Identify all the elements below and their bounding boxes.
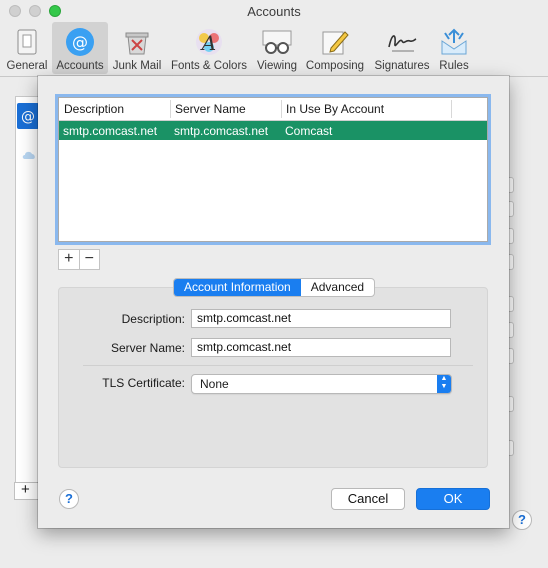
rules-envelope-icon [438,26,470,58]
server-name-label: Server Name: [110,341,185,355]
column-header-description[interactable]: Description [64,102,124,116]
at-sign-icon: @ [21,109,35,125]
remove-server-button[interactable]: − [80,250,100,269]
help-button[interactable]: ? [59,489,79,509]
accounts-list-selected[interactable]: @ [17,103,39,129]
add-remove-control: + − [58,249,100,270]
cancel-button[interactable]: Cancel [331,488,405,510]
description-label: Description: [121,312,185,326]
toolbar-viewing[interactable]: Viewing [254,22,300,74]
add-server-button[interactable]: + [59,250,80,269]
svg-text:@: @ [72,33,88,52]
cell-description: smtp.comcast.net [63,124,158,138]
toolbar-composing[interactable]: Composing [302,22,368,74]
smtp-server-sheet: Description Server Name In Use By Accoun… [38,76,509,528]
tls-certificate-label: TLS Certificate: [102,376,185,390]
general-icon [11,26,43,58]
junk-mail-icon [121,26,153,58]
cell-in-use-by: Comcast [285,124,333,138]
toolbar-signatures[interactable]: Signatures [370,22,434,74]
tab-advanced[interactable]: Advanced [301,279,374,296]
column-divider [451,100,452,118]
add-account-button[interactable]: + [14,482,40,500]
window-title: Accounts [247,4,301,19]
toolbar-junk-mail[interactable]: Junk Mail [110,22,164,74]
title-bar: Accounts [0,0,548,22]
preferences-toolbar: General @ Accounts Junk Mail A Fonts & C… [0,22,548,76]
divider [83,365,473,366]
compose-pencil-icon [319,26,351,58]
toolbar-accounts[interactable]: @ Accounts [52,22,108,74]
description-field[interactable]: smtp.comcast.net [191,309,451,328]
table-row[interactable]: smtp.comcast.net smtp.comcast.net Comcas… [59,121,487,140]
column-header-in-use-by[interactable]: In Use By Account [286,102,384,116]
preferences-help-button[interactable]: ? [512,510,532,530]
table-header: Description Server Name In Use By Accoun… [59,98,487,121]
smtp-server-table[interactable]: Description Server Name In Use By Accoun… [58,97,488,242]
column-divider [281,100,282,118]
tls-certificate-value: None [200,377,229,391]
toolbar-general[interactable]: General [4,22,50,74]
at-sign-icon: @ [64,26,96,58]
ok-button[interactable]: OK [416,488,490,510]
chevron-up-down-icon: ▲ ▼ [437,375,451,393]
column-header-server-name[interactable]: Server Name [175,102,246,116]
svg-text:@: @ [21,109,35,125]
cloud-icon [21,148,37,163]
tls-certificate-select[interactable]: None ▲ ▼ [191,374,452,394]
toolbar-rules[interactable]: Rules [434,22,474,74]
tab-account-information[interactable]: Account Information [174,279,301,296]
svg-text:A: A [200,31,216,55]
column-divider [170,100,171,118]
signature-icon [386,26,418,58]
settings-tabs: Account Information Advanced [173,278,376,297]
cell-server-name: smtp.comcast.net [174,124,269,138]
server-name-field[interactable]: smtp.comcast.net [191,338,451,357]
toolbar-fonts-colors[interactable]: A Fonts & Colors [166,22,252,74]
glasses-icon [261,26,293,58]
fonts-colors-icon: A [193,26,225,58]
